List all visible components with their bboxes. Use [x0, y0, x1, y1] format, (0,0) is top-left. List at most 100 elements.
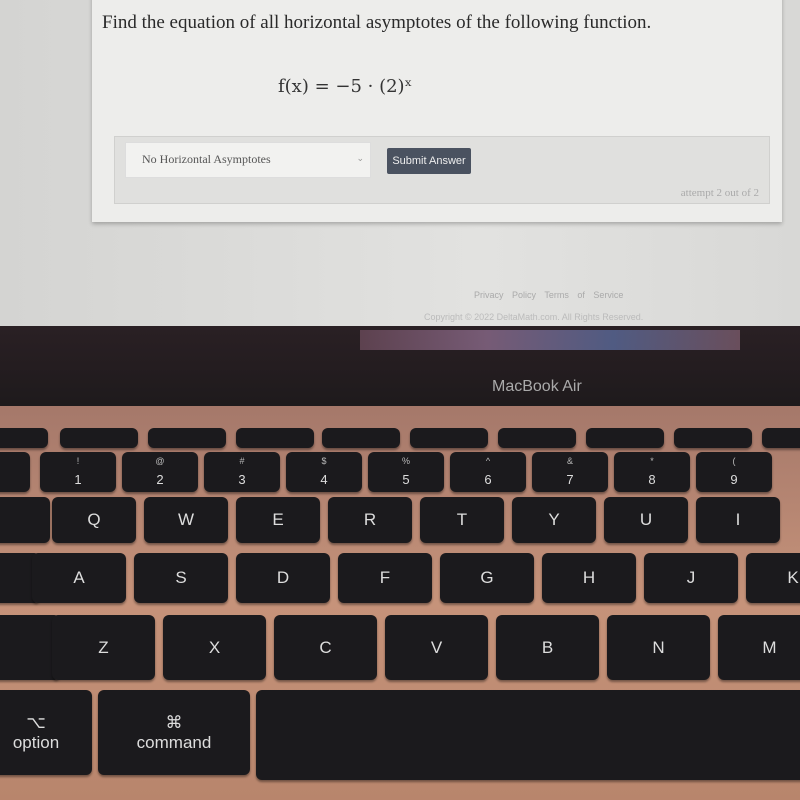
key-d[interactable]: D	[236, 553, 330, 603]
key-label: B	[541, 637, 554, 657]
key-label: 7	[566, 471, 574, 487]
key-v[interactable]: V	[385, 615, 488, 680]
key-command[interactable]: ⌘ command	[98, 690, 250, 775]
function-key[interactable]	[762, 428, 800, 448]
key-label: F	[379, 568, 391, 587]
function-key[interactable]	[60, 428, 138, 448]
key-label: 8	[648, 471, 656, 487]
key-q[interactable]: Q	[52, 497, 136, 543]
key-label: 2	[156, 471, 164, 487]
key-label: U	[639, 510, 653, 529]
key-space[interactable]	[256, 690, 800, 780]
key-shift-label: (	[732, 456, 736, 466]
key-label: V	[430, 637, 443, 657]
dock[interactable]	[360, 330, 740, 350]
key-label: N	[652, 637, 665, 657]
key-r[interactable]: R	[328, 497, 412, 543]
key-label: 5	[402, 471, 410, 487]
submit-answer-button[interactable]: Submit Answer	[387, 148, 471, 174]
key-label: H	[582, 568, 596, 587]
key-g[interactable]: G	[440, 553, 534, 603]
key-3[interactable]: #3	[204, 452, 280, 492]
key-shift-label: #	[239, 456, 245, 466]
function-key[interactable]	[322, 428, 400, 448]
function-key[interactable]	[586, 428, 664, 448]
function-key[interactable]	[674, 428, 752, 448]
key-label: command	[136, 732, 212, 752]
key-2[interactable]: @2	[122, 452, 198, 492]
key-a[interactable]: A	[32, 553, 126, 603]
key-m[interactable]: M	[718, 615, 800, 680]
key-label: E	[272, 510, 284, 529]
key-label: X	[208, 637, 221, 657]
key-label: C	[319, 637, 332, 657]
key-label: 3	[238, 471, 246, 487]
option-icon: ⌥	[26, 712, 46, 732]
key-u[interactable]: U	[604, 497, 688, 543]
key-5[interactable]: % 5	[368, 452, 444, 492]
key-z[interactable]: Z	[52, 615, 155, 680]
key-w[interactable]: W	[144, 497, 228, 543]
key-h[interactable]: H	[542, 553, 636, 603]
key-label: Z	[98, 637, 109, 657]
question-card: Find the equation of all horizontal asym…	[92, 0, 782, 222]
chevron-down-icon: ⌄	[356, 153, 364, 163]
key-b[interactable]: B	[496, 615, 599, 680]
attempt-counter: attempt 2 out of 2	[680, 187, 759, 199]
key-t[interactable]: T	[420, 497, 504, 543]
footer-links: Privacy Policy Terms of Service	[474, 290, 623, 300]
key-label: T	[456, 510, 468, 529]
key-label: R	[363, 510, 377, 529]
key-label: A	[73, 568, 85, 587]
terms-of-service-link[interactable]: Terms of Service	[544, 290, 623, 300]
keyboard: ! 1 @2 #3 $4% 5 ^ 6 & 7 * 8(9 Q W E R T Y U I A S D F G H J K Z X C V B N…	[0, 406, 800, 800]
key-label: Y	[548, 510, 560, 529]
key-shift-label: %	[401, 456, 410, 466]
key-label: D	[276, 568, 290, 587]
function-key[interactable]	[148, 428, 226, 448]
key-shift[interactable]	[0, 615, 60, 680]
function-key[interactable]	[236, 428, 314, 448]
key-label: Q	[87, 510, 101, 529]
function-key[interactable]	[498, 428, 576, 448]
key-shift-label: &	[566, 456, 573, 466]
key-i[interactable]: I	[696, 497, 780, 543]
key-c[interactable]: C	[274, 615, 377, 680]
key-f[interactable]: F	[338, 553, 432, 603]
privacy-policy-link[interactable]: Privacy Policy	[474, 290, 536, 300]
key-backtick[interactable]	[0, 452, 30, 492]
key-j[interactable]: J	[644, 553, 738, 603]
key-shift-label: *	[650, 456, 654, 466]
key-shift-label: @	[155, 456, 165, 466]
key-4[interactable]: $4	[286, 452, 362, 492]
answer-area: No Horizontal Asymptotes ⌄ Submit Answer …	[114, 136, 770, 204]
key-n[interactable]: N	[607, 615, 710, 680]
key-option[interactable]: ⌥ option	[0, 690, 92, 775]
key-7[interactable]: & 7	[532, 452, 608, 492]
key-label: G	[480, 568, 494, 587]
key-label: M	[762, 637, 777, 657]
key-9[interactable]: (9	[696, 452, 772, 492]
key-k[interactable]: K	[746, 553, 800, 603]
key-e[interactable]: E	[236, 497, 320, 543]
key-y[interactable]: Y	[512, 497, 596, 543]
key-x[interactable]: X	[163, 615, 266, 680]
copyright: Copyright © 2022 DeltaMath.com. All Righ…	[424, 312, 644, 322]
key-1[interactable]: ! 1	[40, 452, 116, 492]
answer-select[interactable]: No Horizontal Asymptotes ⌄	[125, 142, 371, 178]
key-label: W	[177, 510, 195, 529]
function-key[interactable]	[0, 428, 48, 448]
key-label: I	[735, 510, 741, 529]
key-s[interactable]: S	[134, 553, 228, 603]
function-key[interactable]	[410, 428, 488, 448]
question-prompt: Find the equation of all horizontal asym…	[102, 12, 652, 33]
key-6[interactable]: ^ 6	[450, 452, 526, 492]
key-8[interactable]: * 8	[614, 452, 690, 492]
key-tab[interactable]	[0, 497, 50, 543]
key-label: 1	[74, 471, 82, 487]
key-label: option	[12, 732, 60, 752]
key-label: S	[175, 568, 187, 587]
key-label: 4	[320, 471, 328, 487]
key-label: 9	[730, 471, 738, 487]
key-label: J	[686, 568, 696, 587]
